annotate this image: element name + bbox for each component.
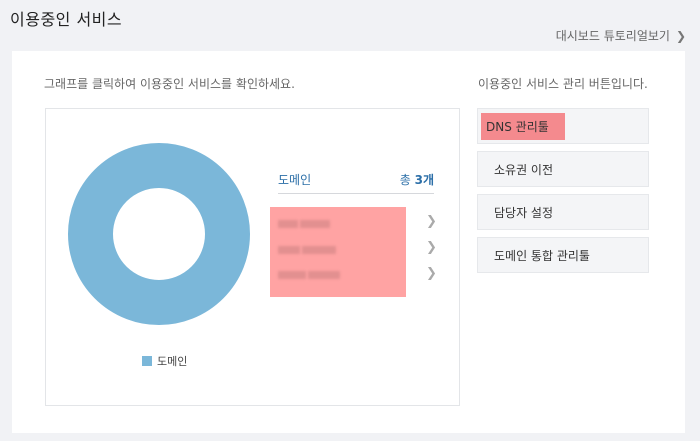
chevron-right-icon: ❯ <box>675 28 686 43</box>
redacted-text <box>278 271 306 279</box>
domain-summary-label: 도메인 <box>278 172 312 187</box>
legend-swatch <box>142 356 152 366</box>
domain-list-item[interactable] <box>278 217 330 231</box>
page-title: 이용중인 서비스 <box>10 10 123 29</box>
dns-manager-button[interactable]: DNS 관리툴 <box>477 108 649 144</box>
main-panel: 그래프를 클릭하여 이용중인 서비스를 확인하세요. 도메인 도메인 총 3개 <box>12 51 685 433</box>
management-title: 이용중인 서비스 관리 버튼입니다. <box>478 77 648 91</box>
contact-settings-label: 담당자 설정 <box>494 205 554 220</box>
ownership-transfer-button[interactable]: 소유권 이전 <box>477 151 649 187</box>
domain-integrated-manager-button[interactable]: 도메인 통합 관리툴 <box>477 237 649 273</box>
domain-list-item[interactable] <box>278 243 336 257</box>
domain-list-item[interactable] <box>278 268 340 282</box>
redacted-text <box>278 220 298 228</box>
chart-box: 도메인 도메인 총 3개 ❯ ❯ ❯ <box>45 108 460 406</box>
redacted-text <box>278 246 300 254</box>
chevron-right-icon[interactable]: ❯ <box>426 266 437 281</box>
chart-legend: 도메인 <box>142 353 187 369</box>
dns-manager-label: DNS 관리툴 <box>481 112 565 140</box>
domain-count-prefix: 총 <box>399 172 411 187</box>
ownership-transfer-label: 소유권 이전 <box>494 162 554 177</box>
redacted-text <box>302 246 336 254</box>
domain-count: 총 3개 <box>400 171 434 188</box>
redacted-text <box>300 220 330 228</box>
legend-label-domain: 도메인 <box>157 355 188 368</box>
chevron-right-icon[interactable]: ❯ <box>426 214 437 229</box>
dashboard-tutorial-link[interactable]: 대시보드 튜토리얼보기 ❯ <box>556 27 686 44</box>
domain-summary-header[interactable]: 도메인 총 3개 <box>278 165 434 194</box>
domain-count-value: 3개 <box>414 172 434 187</box>
chart-instruction: 그래프를 클릭하여 이용중인 서비스를 확인하세요. <box>44 77 295 91</box>
contact-settings-button[interactable]: 담당자 설정 <box>477 194 649 230</box>
donut-chart[interactable] <box>68 143 250 325</box>
redacted-domain-list <box>270 207 406 297</box>
donut-slice-0[interactable] <box>68 143 250 325</box>
redacted-text <box>308 271 340 279</box>
chevron-right-icon[interactable]: ❯ <box>426 240 437 255</box>
domain-integrated-manager-label: 도메인 통합 관리툴 <box>494 248 590 263</box>
tutorial-link-label: 대시보드 튜토리얼보기 <box>555 29 670 43</box>
